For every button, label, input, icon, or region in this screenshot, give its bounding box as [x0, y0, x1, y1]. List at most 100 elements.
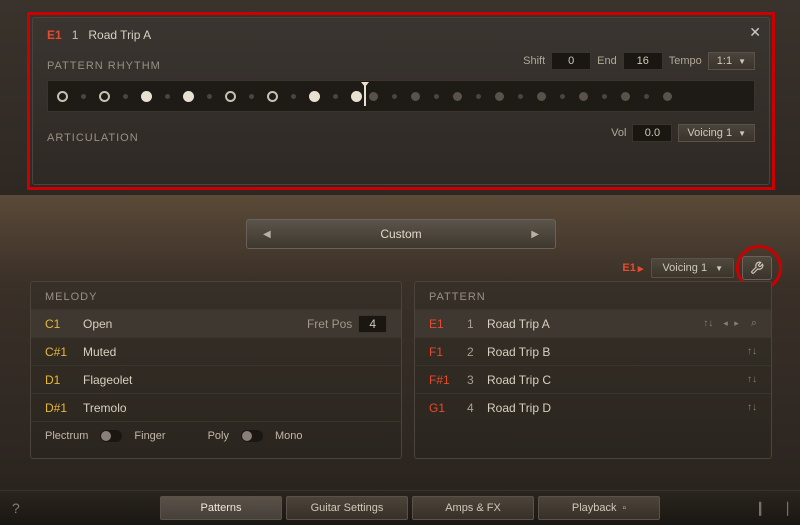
step-6[interactable]	[267, 91, 278, 102]
mixer-icon[interactable]: ⎹⎸⎹	[746, 500, 788, 517]
step-sub[interactable]	[560, 94, 565, 99]
reorder-icon[interactable]: ↑↓	[747, 346, 757, 357]
tab-playback[interactable]: Playback ▫	[538, 496, 660, 520]
step-sub[interactable]	[602, 94, 607, 99]
melody-row-open[interactable]: C1 Open Fret Pos 4	[31, 309, 401, 337]
pattern-name: Road Trip D	[487, 401, 747, 415]
plectrum-finger-toggle[interactable]	[100, 430, 122, 442]
step-sub[interactable]	[333, 94, 338, 99]
finger-label: Finger	[134, 430, 165, 442]
fret-pos-label: Fret Pos	[307, 317, 352, 331]
step-8[interactable]	[351, 91, 362, 102]
step-2[interactable]	[99, 91, 110, 102]
melody-toggles: Plectrum Finger Poly Mono	[31, 421, 401, 450]
preset-selector[interactable]: ◀ Custom ▶	[246, 219, 556, 249]
fret-pos-input[interactable]: 4	[358, 315, 387, 333]
tab-patterns[interactable]: Patterns	[160, 496, 282, 520]
close-icon[interactable]: ✕	[749, 24, 761, 41]
step-sub[interactable]	[165, 94, 170, 99]
pattern-num: 3	[467, 373, 487, 387]
voicing-dropdown[interactable]: Voicing 1 ▼	[651, 258, 734, 278]
pattern-key: F#1	[429, 373, 467, 387]
help-button[interactable]: ?	[12, 500, 42, 516]
step-14[interactable]	[579, 92, 588, 101]
step-3[interactable]	[141, 91, 152, 102]
step-sub[interactable]	[644, 94, 649, 99]
play-indicator-icon: ▸	[638, 262, 644, 275]
nav-icon[interactable]: ◂ ▸	[723, 318, 741, 329]
articulation-controls: Vol 0.0 Voicing 1 ▼	[611, 124, 755, 142]
voicing-value: Voicing 1	[687, 127, 732, 139]
step-sub[interactable]	[81, 94, 86, 99]
pattern-key: F1	[429, 345, 467, 359]
pattern-key: G1	[429, 401, 467, 415]
melody-name: Muted	[83, 345, 387, 359]
melody-key: C#1	[45, 345, 83, 359]
articulation-label: ARTICULATION	[47, 132, 139, 144]
step-9[interactable]	[369, 92, 378, 101]
step-sub[interactable]	[207, 94, 212, 99]
poly-mono-toggle[interactable]	[241, 430, 263, 442]
melody-name: Tremolo	[83, 401, 387, 415]
pattern-row[interactable]: E1 1 Road Trip A ↑↓ ◂ ▸ ⌕	[415, 309, 771, 337]
step-sub[interactable]	[291, 94, 296, 99]
pattern-row[interactable]: G1 4 Road Trip D ↑↓	[415, 393, 771, 421]
step-5[interactable]	[225, 91, 236, 102]
zoom-icon[interactable]: ⌕	[751, 317, 757, 330]
step-15[interactable]	[621, 92, 630, 101]
tab-guitar-settings[interactable]: Guitar Settings	[286, 496, 408, 520]
reorder-icon[interactable]: ↑↓	[703, 318, 713, 329]
tempo-select[interactable]: 1:1 ▼	[708, 52, 755, 70]
shift-input[interactable]: 0	[551, 52, 591, 70]
step-sub[interactable]	[123, 94, 128, 99]
end-label: End	[597, 55, 617, 67]
pattern-row[interactable]: F1 2 Road Trip B ↑↓	[415, 337, 771, 365]
reorder-icon[interactable]: ↑↓	[747, 402, 757, 413]
tempo-value: 1:1	[717, 55, 732, 67]
step-sub[interactable]	[518, 94, 523, 99]
vol-input[interactable]: 0.0	[632, 124, 672, 142]
tab-amps-fx[interactable]: Amps & FX	[412, 496, 534, 520]
voicing-text: Voicing 1	[662, 262, 707, 274]
step-sequencer[interactable]	[47, 80, 755, 112]
rhythm-controls: Shift 0 End 16 Tempo 1:1 ▼	[523, 52, 755, 70]
step-1[interactable]	[57, 91, 68, 102]
pattern-editor-highlight: ✕ E1 1 Road Trip A PATTERN RHYTHM Shift …	[27, 12, 775, 190]
voicing-select[interactable]: Voicing 1 ▼	[678, 124, 755, 142]
edit-button[interactable]	[742, 256, 772, 280]
pattern-editor-panel: ✕ E1 1 Road Trip A PATTERN RHYTHM Shift …	[32, 17, 770, 185]
pattern-num: 2	[467, 345, 487, 359]
step-10[interactable]	[411, 92, 420, 101]
pattern-key: E1	[47, 28, 62, 42]
pattern-row[interactable]: F#1 3 Road Trip C ↑↓	[415, 365, 771, 393]
reorder-icon[interactable]: ↑↓	[747, 374, 757, 385]
step-sub[interactable]	[249, 94, 254, 99]
save-icon: ▫	[623, 503, 627, 514]
playhead[interactable]	[364, 86, 366, 106]
caret-down-icon: ▼	[738, 57, 746, 66]
step-11[interactable]	[453, 92, 462, 101]
caret-down-icon: ▼	[738, 129, 746, 138]
end-input[interactable]: 16	[623, 52, 663, 70]
step-sub[interactable]	[392, 94, 397, 99]
pattern-name: Road Trip C	[487, 373, 747, 387]
prev-preset-icon[interactable]: ◀	[263, 229, 271, 240]
step-13[interactable]	[537, 92, 546, 101]
melody-row-tremolo[interactable]: D#1 Tremolo	[31, 393, 401, 421]
melody-panel: MELODY C1 Open Fret Pos 4 C#1 Muted D1 F…	[30, 281, 402, 459]
step-16[interactable]	[663, 92, 672, 101]
pattern-number: 1	[72, 28, 79, 42]
pattern-num: 4	[467, 401, 487, 415]
next-preset-icon[interactable]: ▶	[531, 229, 539, 240]
step-7[interactable]	[309, 91, 320, 102]
step-sub[interactable]	[476, 94, 481, 99]
tempo-label: Tempo	[669, 55, 702, 67]
melody-row-flageolet[interactable]: D1 Flageolet	[31, 365, 401, 393]
melody-row-muted[interactable]: C#1 Muted	[31, 337, 401, 365]
melody-title: MELODY	[31, 282, 401, 309]
step-4[interactable]	[183, 91, 194, 102]
step-12[interactable]	[495, 92, 504, 101]
step-sub[interactable]	[434, 94, 439, 99]
pattern-name: Road Trip A	[487, 317, 703, 331]
app-root: ✕ E1 1 Road Trip A PATTERN RHYTHM Shift …	[0, 0, 800, 525]
